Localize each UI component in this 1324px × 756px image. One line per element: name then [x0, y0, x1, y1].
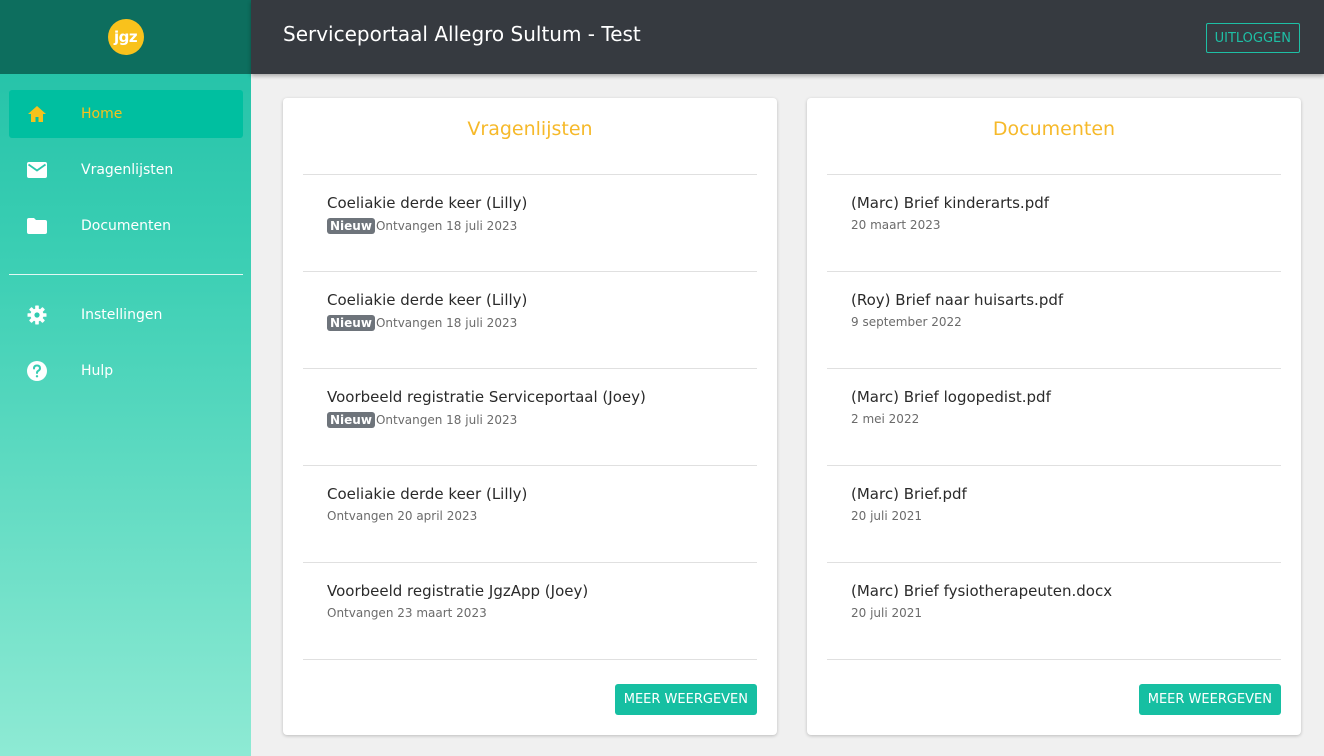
- sidebar-item-hulp[interactable]: Hulp: [9, 347, 243, 395]
- list-item[interactable]: (Marc) Brief kinderarts.pdf 20 maart 202…: [827, 175, 1281, 272]
- jgz-logo[interactable]: jgz: [107, 19, 144, 55]
- sidebar-item-documenten[interactable]: Documenten: [9, 202, 243, 250]
- gear-icon: [25, 303, 49, 327]
- item-date: Ontvangen 18 juli 2023: [375, 316, 518, 330]
- documents-more-button[interactable]: MEER WEERGEVEN: [1138, 684, 1281, 715]
- sidebar-item-home[interactable]: Home: [9, 90, 243, 138]
- sidebar-item-instellingen[interactable]: Instellingen: [9, 291, 243, 339]
- new-badge: Nieuw: [327, 218, 375, 234]
- questionnaires-more-button[interactable]: MEER WEERGEVEN: [614, 684, 757, 715]
- sidebar-header: jgz: [0, 0, 251, 74]
- sidebar-item-label: Hulp: [81, 363, 114, 379]
- documents-title: Documenten: [992, 118, 1116, 140]
- sidebar-item-vragenlijsten[interactable]: Vragenlijsten: [9, 146, 243, 194]
- mail-icon: [25, 158, 49, 182]
- item-title: (Marc) Brief kinderarts.pdf: [851, 194, 1050, 212]
- item-title: Coeliakie derde keer (Lilly): [327, 194, 528, 212]
- list-item[interactable]: Coeliakie derde keer (Lilly) Ontvangen 2…: [303, 466, 757, 563]
- item-date: Ontvangen 18 juli 2023: [375, 413, 518, 427]
- list-item[interactable]: (Marc) Brief fysiotherapeuten.docx 20 ju…: [827, 563, 1281, 660]
- list-item[interactable]: Coeliakie derde keer (Lilly) Nieuw Ontva…: [303, 175, 757, 272]
- item-title: (Roy) Brief naar huisarts.pdf: [851, 291, 1064, 309]
- list-item[interactable]: (Marc) Brief.pdf 20 juli 2021: [827, 466, 1281, 563]
- sidebar-item-label: Vragenlijsten: [81, 162, 174, 178]
- item-title: (Marc) Brief.pdf: [851, 485, 967, 503]
- list-item[interactable]: Voorbeeld registratie Serviceportaal (Jo…: [303, 369, 757, 466]
- home-icon: [25, 102, 49, 126]
- documents-card: Documenten (Marc) Brief kinderarts.pdf 2…: [807, 98, 1301, 735]
- sidebar-item-label: Home: [81, 106, 123, 122]
- item-date: Ontvangen 23 maart 2023: [327, 606, 487, 620]
- item-date: 2 mei 2022: [851, 412, 920, 426]
- list-item[interactable]: (Roy) Brief naar huisarts.pdf 9 septembe…: [827, 272, 1281, 369]
- questionnaires-title: Vragenlijsten: [467, 118, 593, 140]
- item-date: 9 september 2022: [851, 315, 962, 329]
- item-date: 20 maart 2023: [851, 218, 941, 232]
- item-date: Ontvangen 20 april 2023: [327, 509, 478, 523]
- top-bar: Serviceportaal Allegro Sultum - Test UIT…: [251, 0, 1324, 74]
- logout-button[interactable]: UITLOGGEN: [1205, 23, 1300, 53]
- new-badge: Nieuw: [327, 315, 375, 331]
- documents-list: (Marc) Brief kinderarts.pdf 20 maart 202…: [827, 174, 1281, 660]
- sidebar-item-label: Documenten: [81, 218, 172, 234]
- page-title: Serviceportaal Allegro Sultum - Test: [283, 22, 641, 46]
- folder-icon: [25, 214, 49, 238]
- list-item[interactable]: Coeliakie derde keer (Lilly) Nieuw Ontva…: [303, 272, 757, 369]
- item-title: Coeliakie derde keer (Lilly): [327, 291, 528, 309]
- sidebar-nav: Home Vragenlijsten Documenten Instelling…: [0, 74, 251, 395]
- item-title: Voorbeeld registratie Serviceportaal (Jo…: [327, 388, 646, 406]
- item-date: Ontvangen 18 juli 2023: [375, 219, 518, 233]
- item-title: (Marc) Brief fysiotherapeuten.docx: [851, 582, 1113, 600]
- item-title: Coeliakie derde keer (Lilly): [327, 485, 528, 503]
- questionnaires-card: Vragenlijsten Coeliakie derde keer (Lill…: [283, 98, 777, 735]
- sidebar: jgz Home Vragenlijsten Documenten Instel…: [0, 0, 251, 756]
- item-date: 20 juli 2021: [851, 606, 923, 620]
- sidebar-item-label: Instellingen: [81, 307, 163, 323]
- list-item[interactable]: Voorbeeld registratie JgzApp (Joey) Ontv…: [303, 563, 757, 660]
- questionnaires-list: Coeliakie derde keer (Lilly) Nieuw Ontva…: [303, 174, 757, 660]
- new-badge: Nieuw: [327, 412, 375, 428]
- item-title: (Marc) Brief logopedist.pdf: [851, 388, 1051, 406]
- item-title: Voorbeeld registratie JgzApp (Joey): [327, 582, 589, 600]
- sidebar-divider: [9, 274, 243, 275]
- list-item[interactable]: (Marc) Brief logopedist.pdf 2 mei 2022: [827, 369, 1281, 466]
- help-icon: [25, 359, 49, 383]
- item-date: 20 juli 2021: [851, 509, 923, 523]
